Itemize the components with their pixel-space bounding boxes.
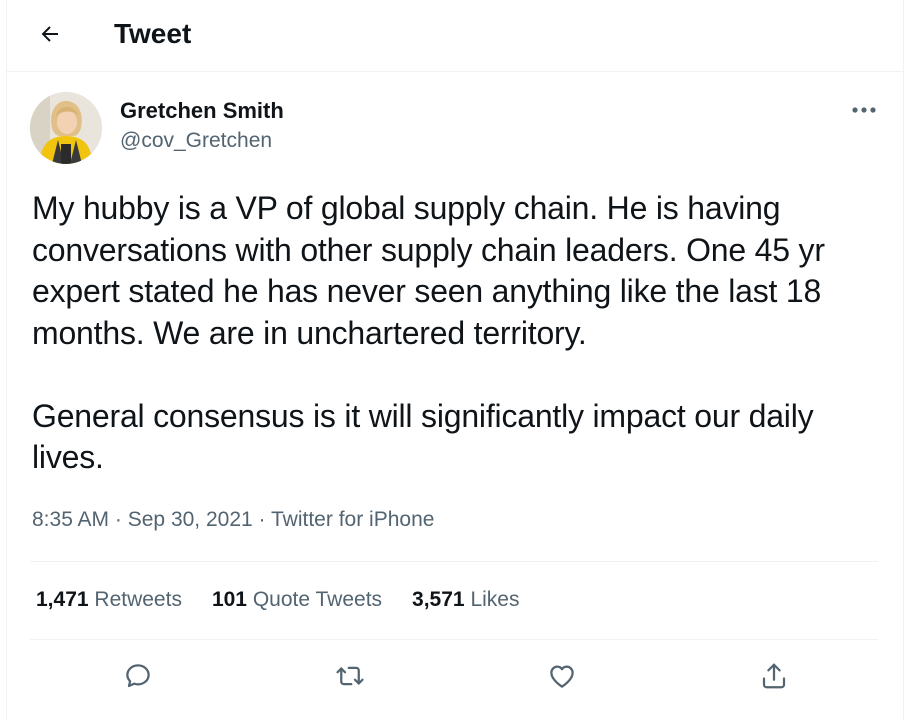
retweet-button[interactable] <box>330 656 370 696</box>
meta-separator: · <box>258 508 266 531</box>
back-button[interactable] <box>30 14 70 54</box>
reply-button[interactable] <box>118 656 158 696</box>
quote-tweets-label: Quote Tweets <box>252 588 383 611</box>
author-handle[interactable]: @cov_Gretchen <box>120 128 272 154</box>
arrow-left-icon <box>41 26 58 42</box>
page-header: Tweet <box>6 0 904 72</box>
share-icon <box>762 663 786 689</box>
share-button[interactable] <box>754 656 794 696</box>
tweet-date[interactable]: Sep 30, 2021 <box>128 508 253 531</box>
page-title: Tweet <box>114 18 192 49</box>
more-horizontal-icon <box>852 107 876 113</box>
avatar-image <box>30 92 102 164</box>
divider <box>30 561 878 562</box>
tweet-metadata: 8:35 AM · Sep 30, 2021 · Twitter for iPh… <box>32 506 434 534</box>
likes-label: Likes <box>470 588 520 611</box>
tweet-paragraph: My hubby is a VP of global supply chain.… <box>32 190 825 351</box>
retweets-label: Retweets <box>94 588 182 611</box>
avatar[interactable] <box>30 92 102 164</box>
reply-icon <box>126 664 150 688</box>
retweets-stat[interactable]: 1,471 Retweets <box>36 586 182 614</box>
quote-tweets-count: 101 <box>211 588 247 611</box>
retweet-icon <box>336 666 364 686</box>
author-display-name[interactable]: Gretchen Smith <box>120 98 284 124</box>
likes-stat[interactable]: 3,571 Likes <box>412 586 519 614</box>
more-options-button[interactable] <box>846 96 882 124</box>
quote-tweets-stat[interactable]: 101 Quote Tweets <box>212 586 382 614</box>
likes-count: 3,571 <box>412 588 465 611</box>
tweet-paragraph: General consensus is it will significant… <box>32 397 814 476</box>
heart-icon <box>550 665 574 688</box>
tweet-time[interactable]: 8:35 AM <box>32 508 109 531</box>
like-button[interactable] <box>542 656 582 696</box>
retweets-count: 1,471 <box>36 588 89 611</box>
tweet-actions <box>30 652 878 700</box>
tweet-source[interactable]: Twitter for iPhone <box>271 508 434 531</box>
meta-separator: · <box>114 508 122 531</box>
tweet-text: My hubby is a VP of global supply chain.… <box>32 188 882 479</box>
divider <box>30 639 878 640</box>
engagement-stats: 1,471 Retweets 101 Quote Tweets 3,571 Li… <box>36 586 549 614</box>
